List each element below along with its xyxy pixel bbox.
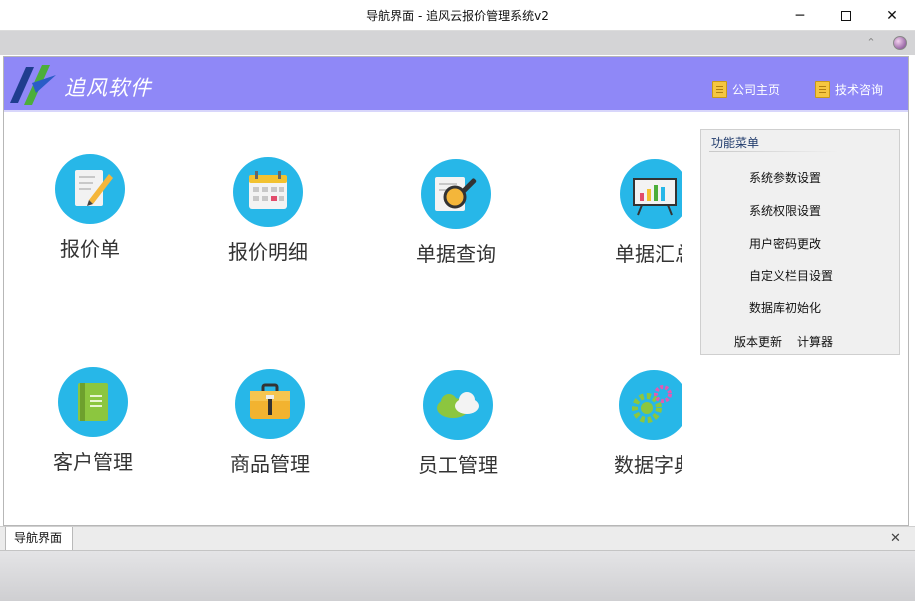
- title-bar: 导航界面 - 追风云报价管理系统v2 ─ ✕: [0, 0, 915, 31]
- tile-customer-label: 客户管理: [53, 450, 133, 474]
- menu-item-permissions[interactable]: 系统权限设置: [749, 202, 821, 219]
- tile-doc-query[interactable]: 单据查询: [381, 159, 531, 267]
- minimize-button[interactable]: ─: [777, 0, 823, 31]
- tab-navigation[interactable]: 导航界面: [5, 527, 73, 551]
- maximize-button[interactable]: [823, 0, 869, 31]
- menu-item-calculator[interactable]: 计算器: [797, 333, 833, 350]
- maximize-icon: [841, 10, 851, 21]
- tile-quote-detail-label: 报价明细: [228, 240, 308, 264]
- tech-support-label: 技术咨询: [835, 83, 884, 97]
- magnifier-icon: [421, 159, 491, 229]
- tile-customer[interactable]: 客户管理: [18, 367, 168, 475]
- tile-staff-label: 员工管理: [418, 453, 498, 477]
- minimize-icon: ─: [795, 7, 805, 24]
- function-menu-panel: 功能菜单 系统参数设置 系统权限设置 用户密码更改 自定义栏目设置 数据库初始化…: [700, 129, 900, 355]
- tile-dictionary[interactable]: 数据字典: [579, 370, 682, 478]
- function-menu-title: 功能菜单: [711, 136, 760, 150]
- tile-dictionary-label: 数据字典: [614, 453, 682, 477]
- tile-product[interactable]: 商品管理: [195, 369, 345, 477]
- gears-icon: [619, 370, 682, 440]
- tile-quote-label: 报价单: [60, 237, 120, 261]
- divider: [709, 151, 839, 152]
- tile-area: 报价单 报价明细 单据查询 单据汇 客户管理 商品管理 员工管理 数据字: [4, 57, 682, 525]
- edit-document-icon: [55, 154, 125, 224]
- cloud-icon: [423, 370, 493, 440]
- menu-item-system-params[interactable]: 系统参数设置: [749, 169, 821, 186]
- tile-staff[interactable]: 员工管理: [383, 370, 533, 478]
- menu-item-custom-columns[interactable]: 自定义栏目设置: [749, 267, 833, 284]
- menu-item-db-init[interactable]: 数据库初始化: [749, 299, 821, 316]
- company-home-link[interactable]: 公司主页: [712, 81, 780, 98]
- close-tab-icon[interactable]: ✕: [890, 531, 901, 546]
- tech-support-link[interactable]: 技术咨询: [815, 81, 883, 98]
- address-book-icon: [58, 367, 128, 437]
- chart-board-icon: [620, 159, 682, 229]
- status-bar: [0, 550, 915, 601]
- close-icon: ✕: [886, 7, 898, 24]
- document-icon: [815, 81, 830, 98]
- briefcase-icon: [235, 369, 305, 439]
- document-tab-bar: 导航界面 ✕: [0, 526, 915, 551]
- collapse-ribbon-icon[interactable]: ⌃: [864, 36, 878, 50]
- tile-doc-query-label: 单据查询: [416, 242, 496, 266]
- tile-quote[interactable]: 报价单: [15, 154, 165, 262]
- tile-product-label: 商品管理: [230, 452, 310, 476]
- tile-quote-detail[interactable]: 报价明细: [193, 157, 343, 265]
- calendar-icon: [233, 157, 303, 227]
- skin-orb-icon[interactable]: [893, 36, 907, 50]
- menu-item-version-update[interactable]: 版本更新: [734, 333, 782, 350]
- close-button[interactable]: ✕: [869, 0, 915, 31]
- tile-doc-summary[interactable]: 单据汇总: [580, 159, 682, 267]
- ribbon-strip: ⌃: [0, 31, 915, 55]
- tile-doc-summary-label: 单据汇总: [615, 242, 682, 266]
- menu-item-change-password[interactable]: 用户密码更改: [749, 235, 821, 252]
- document-icon: [712, 81, 727, 98]
- company-home-label: 公司主页: [732, 83, 781, 97]
